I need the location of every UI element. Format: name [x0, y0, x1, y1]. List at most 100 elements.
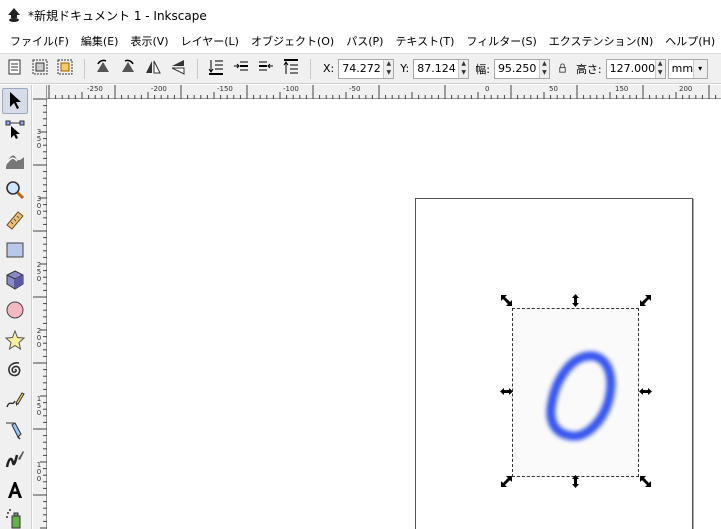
- rotate-ccw-button[interactable]: [91, 57, 115, 81]
- pen-bezier-icon: [4, 419, 26, 444]
- x-value[interactable]: 74.272: [339, 62, 383, 75]
- flip-vertical-button[interactable]: [166, 57, 190, 81]
- spin-down-icon[interactable]: ▼: [658, 70, 663, 76]
- ruler-label: 150: [615, 85, 629, 93]
- spin-down-icon[interactable]: ▼: [542, 70, 547, 76]
- lower-icon: [232, 58, 250, 79]
- rotate-cw-button[interactable]: [116, 57, 140, 81]
- toolbox: [0, 85, 32, 529]
- width-label: 幅:: [475, 62, 490, 76]
- drawn-zero-stroke[interactable]: [536, 346, 626, 446]
- diagonal-arrow-icon: [500, 294, 513, 310]
- height-spinbox[interactable]: 127.000 ▲ ▼: [605, 58, 666, 79]
- menu-object[interactable]: オブジェクト(O): [245, 33, 340, 49]
- flip-vertical-icon: [169, 58, 187, 79]
- menu-view[interactable]: 表示(V): [124, 33, 174, 49]
- y-spinbox[interactable]: 87.124 ▲ ▼: [413, 58, 470, 79]
- menu-layer[interactable]: レイヤー(L): [175, 33, 245, 49]
- lower-button[interactable]: [229, 57, 253, 81]
- spiral-tool[interactable]: [2, 358, 28, 384]
- scale-handle-bottom-right[interactable]: [638, 476, 652, 490]
- tweak-wave-icon: [4, 149, 26, 174]
- tweak-tool[interactable]: [2, 148, 28, 174]
- unit-value[interactable]: mm: [669, 62, 693, 75]
- 3d-box-tool[interactable]: [2, 268, 28, 294]
- spin-up-icon[interactable]: ▲: [461, 61, 466, 67]
- text-tool[interactable]: [2, 478, 28, 504]
- ruler-label: -200: [151, 85, 167, 93]
- x-spin-arrows[interactable]: ▲ ▼: [383, 59, 394, 78]
- scale-handle-top-right[interactable]: [638, 295, 652, 309]
- calligraphy-tool[interactable]: [2, 448, 28, 474]
- width-spin-arrows[interactable]: ▲ ▼: [538, 59, 549, 78]
- rectangle-tool[interactable]: [2, 238, 28, 264]
- spin-down-icon[interactable]: ▼: [461, 70, 466, 76]
- measure-tool[interactable]: [2, 208, 28, 234]
- star-icon: [4, 329, 26, 354]
- x-spinbox[interactable]: 74.272 ▲ ▼: [338, 58, 395, 79]
- circle-icon: [4, 299, 26, 324]
- x-label: X:: [323, 62, 335, 75]
- chevron-down-icon[interactable]: ▾: [692, 59, 707, 78]
- rotate-cw-icon: [119, 58, 137, 79]
- select-all-button[interactable]: [3, 57, 27, 81]
- unit-dropdown[interactable]: mm ▾: [667, 58, 708, 79]
- ellipse-tool[interactable]: [2, 298, 28, 324]
- y-label: Y:: [400, 62, 410, 75]
- tool-controls-bar: X: 74.272 ▲ ▼ Y: 87.124 ▲ ▼ 幅: 95.250 ▲ ▼ 高…: [0, 53, 721, 84]
- lock-ratio-icon[interactable]: [556, 62, 570, 76]
- drawing-canvas[interactable]: [48, 100, 721, 529]
- ruler-label: 2 5 0: [36, 261, 42, 283]
- scale-handle-bottom[interactable]: [568, 475, 582, 490]
- node-tool[interactable]: [2, 118, 28, 144]
- rectangle-icon: [4, 239, 26, 264]
- lower-to-bottom-icon: [207, 58, 225, 79]
- y-spin-arrows[interactable]: ▲ ▼: [458, 59, 469, 78]
- menu-filters[interactable]: フィルター(S): [460, 33, 542, 49]
- flip-horizontal-button[interactable]: [141, 57, 165, 81]
- scale-handle-left[interactable]: [499, 386, 513, 400]
- menu-file[interactable]: ファイル(F): [4, 33, 75, 49]
- horizontal-ruler: -250 -200 -150 -100 -50 0 50 150 200: [47, 85, 721, 99]
- horizontal-arrow-icon: [638, 385, 652, 401]
- scale-handle-top[interactable]: [568, 294, 582, 310]
- diagonal-arrow-icon: [500, 475, 513, 491]
- spin-up-icon[interactable]: ▲: [542, 61, 547, 67]
- raise-to-top-button[interactable]: [279, 57, 303, 81]
- height-spin-arrows[interactable]: ▲ ▼: [654, 59, 665, 78]
- select-all-layers-button[interactable]: [28, 57, 52, 81]
- star-tool[interactable]: [2, 328, 28, 354]
- deselect-icon: [56, 58, 74, 79]
- inkscape-logo-icon: [6, 7, 22, 23]
- scale-handle-bottom-left[interactable]: [499, 476, 513, 490]
- menu-path[interactable]: パス(P): [340, 33, 389, 49]
- scale-handle-top-left[interactable]: [499, 295, 513, 309]
- width-spinbox[interactable]: 95.250 ▲ ▼: [493, 58, 550, 79]
- ruler-corner: [33, 85, 47, 99]
- zoom-tool[interactable]: [2, 178, 28, 204]
- deselect-button[interactable]: [53, 57, 77, 81]
- scale-handle-right[interactable]: [638, 386, 652, 400]
- y-value[interactable]: 87.124: [414, 62, 458, 75]
- spray-tool[interactable]: [2, 506, 28, 529]
- ruler-label: 0: [485, 85, 490, 93]
- height-value[interactable]: 127.000: [607, 62, 656, 75]
- selector-tool[interactable]: [2, 88, 28, 114]
- raise-button[interactable]: [254, 57, 278, 81]
- pencil-tool[interactable]: [2, 388, 28, 414]
- menu-extensions[interactable]: エクステンション(N): [543, 33, 659, 49]
- spin-up-icon[interactable]: ▲: [658, 61, 663, 67]
- arrow-pointer-icon: [4, 89, 26, 114]
- vertical-arrow-icon: [569, 294, 582, 310]
- width-value[interactable]: 95.250: [495, 62, 539, 75]
- menu-text[interactable]: テキスト(T): [389, 33, 460, 49]
- lower-to-bottom-button[interactable]: [204, 57, 228, 81]
- spin-up-icon[interactable]: ▲: [386, 61, 391, 67]
- pen-tool[interactable]: [2, 418, 28, 444]
- pencil-icon: [4, 389, 26, 414]
- node-edit-icon: [4, 119, 26, 144]
- ruler-icon: [4, 209, 26, 234]
- spin-down-icon[interactable]: ▼: [386, 70, 391, 76]
- menu-help[interactable]: ヘルプ(H): [659, 33, 721, 49]
- menu-edit[interactable]: 編集(E): [75, 33, 125, 49]
